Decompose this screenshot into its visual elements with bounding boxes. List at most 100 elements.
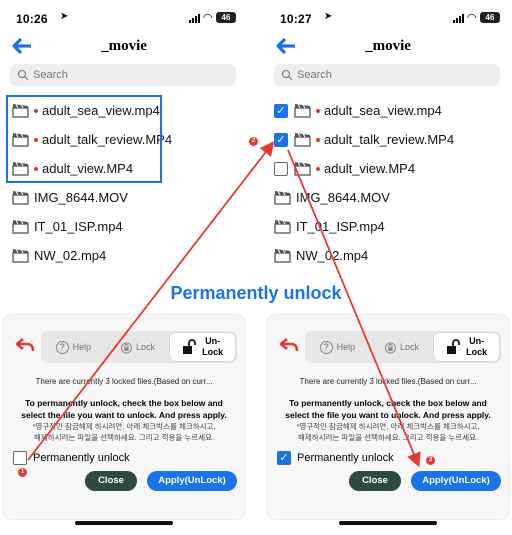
search-input[interactable] xyxy=(297,69,477,81)
film-icon xyxy=(12,248,29,263)
status-time: 10:27 xyxy=(280,12,312,26)
wifi-icon: ◠ xyxy=(203,11,212,24)
file-name: IMG_8644.MOV xyxy=(34,190,128,205)
unlock-label: Un- Lock xyxy=(202,336,223,358)
film-icon xyxy=(274,248,291,263)
instruction-line-2: select the file you want to unlock. And … xyxy=(285,410,491,420)
permanent-unlock-row[interactable]: ✓ Permanently unlock xyxy=(277,451,394,465)
close-button[interactable]: Close xyxy=(85,471,137,491)
search-icon xyxy=(17,69,29,81)
locked-count-text: There are currently 3 locked files.(Base… xyxy=(299,377,477,386)
step-badge-1: 1 xyxy=(18,468,27,477)
file-row[interactable]: IT_01_ISP.mp4 xyxy=(12,212,248,241)
undo-icon[interactable] xyxy=(279,337,299,353)
korean-instruction-text: *영구적인 잠금해제 하시려면, 아래 체크박스를 체크하시고, 해제하시려는 … xyxy=(9,421,239,443)
help-icon: ? xyxy=(55,340,69,354)
mode-segmented-control: ? Help Lock Un- Lock xyxy=(305,331,501,363)
battery-icon: 46 xyxy=(216,12,236,23)
instruction-line-2: select the file you want to unlock. And … xyxy=(21,410,227,420)
file-name: adult_talk_review.MP4 xyxy=(324,132,455,147)
instruction-line-1: To permanently unlock, check the box bel… xyxy=(25,398,223,408)
file-name: IMG_8644.MOV xyxy=(296,190,390,205)
file-name: adult_view.MP4 xyxy=(324,161,416,176)
file-row[interactable]: adult_view.MP4 xyxy=(274,154,512,183)
unlock-option[interactable]: Un- Lock xyxy=(434,333,500,361)
locked-dot xyxy=(316,108,320,113)
file-name: IT_01_ISP.mp4 xyxy=(34,219,123,234)
unlock-label-top: Un- xyxy=(205,336,221,346)
file-row[interactable]: IMG_8644.MOV xyxy=(12,183,248,212)
file-row[interactable]: IT_01_ISP.mp4 xyxy=(274,212,512,241)
search-input[interactable] xyxy=(33,69,213,81)
file-name: adult_sea_view.mp4 xyxy=(324,103,442,118)
help-label: Help xyxy=(336,342,356,352)
status-icons: ◠ 46 xyxy=(452,12,500,23)
lock-option[interactable]: Lock xyxy=(106,341,171,354)
file-row[interactable]: NW_02.mp4 xyxy=(12,241,248,270)
film-icon xyxy=(274,219,291,234)
apply-unlock-button[interactable]: Apply(UnLock) xyxy=(147,471,237,491)
status-time: 10:26 xyxy=(16,12,48,26)
file-name: IT_01_ISP.mp4 xyxy=(296,219,385,234)
instruction-text: To permanently unlock, check the box bel… xyxy=(9,397,239,421)
unlock-label-bottom: Lock xyxy=(466,347,488,357)
file-row[interactable]: NW_02.mp4 xyxy=(274,241,512,270)
permanent-unlock-row[interactable]: Permanently unlock xyxy=(13,451,130,465)
lock-label: Lock xyxy=(400,342,420,352)
search-icon xyxy=(281,69,293,81)
signal-icon xyxy=(188,13,200,23)
unlock-label-bottom: Lock xyxy=(202,347,224,357)
location-icon: ➤ xyxy=(324,11,333,22)
korean-line-1: *영구적인 잠금해제 하시려면, 아래 체크박스를 체크하시고, xyxy=(296,422,480,431)
permanent-unlock-checkbox[interactable] xyxy=(13,451,27,465)
status-bar: 10:27 ➤ ◠ 46 xyxy=(280,10,500,26)
file-checkbox[interactable]: ✓ xyxy=(274,103,288,118)
tutorial-caption: Permanently unlock xyxy=(170,283,342,303)
file-row[interactable]: ✓ adult_talk_review.MP4 xyxy=(274,125,512,154)
korean-instruction-text: *영구적인 잠금해제 하시려면, 아래 체크박스를 체크하시고, 해제하시려는 … xyxy=(273,421,503,443)
help-option[interactable]: ? Help xyxy=(41,340,106,354)
locked-dot xyxy=(316,137,320,142)
unlock-sheet: ? Help Lock Un- Lock There are currently … xyxy=(2,314,246,520)
close-button[interactable]: Close xyxy=(349,471,401,491)
unlock-label-top: Un- xyxy=(469,336,485,346)
apply-unlock-button[interactable]: Apply(UnLock) xyxy=(411,471,501,491)
mode-segmented-control: ? Help Lock Un- Lock xyxy=(41,331,237,363)
lock-icon xyxy=(385,342,396,353)
search-bar[interactable] xyxy=(10,64,236,86)
battery-icon: 46 xyxy=(480,12,500,23)
location-icon: ➤ xyxy=(60,11,69,22)
permanent-unlock-checkbox[interactable]: ✓ xyxy=(277,451,291,465)
help-option[interactable]: ? Help xyxy=(305,340,370,354)
folder-title: _movie xyxy=(101,38,147,54)
file-name: NW_02.mp4 xyxy=(296,248,369,263)
unlock-option[interactable]: Un- Lock xyxy=(170,333,236,361)
instruction-text: To permanently unlock, check the box bel… xyxy=(273,397,503,421)
lock-label: Lock xyxy=(136,342,156,352)
unlock-sheet: ? Help Lock Un- Lock There are currently … xyxy=(266,314,510,520)
file-checkbox[interactable]: ✓ xyxy=(274,132,288,147)
unlock-icon xyxy=(183,339,197,354)
home-indicator xyxy=(339,521,437,525)
locked-count-text: There are currently 3 locked files.(Base… xyxy=(35,377,213,386)
file-checkbox[interactable] xyxy=(274,161,288,176)
file-row[interactable]: IMG_8644.MOV xyxy=(274,183,512,212)
file-row[interactable]: ✓ adult_sea_view.mp4 xyxy=(274,96,512,125)
step-badge-3: 3 xyxy=(426,456,435,465)
help-label: Help xyxy=(72,342,92,352)
folder-title: _movie xyxy=(365,38,411,54)
film-icon xyxy=(274,190,291,205)
undo-icon[interactable] xyxy=(15,337,35,353)
film-icon xyxy=(294,103,311,118)
status-icons: ◠ 46 xyxy=(188,11,236,24)
file-name: NW_02.mp4 xyxy=(34,248,107,263)
korean-line-1: *영구적인 잠금해제 하시려면, 아래 체크박스를 체크하시고, xyxy=(32,422,216,431)
left-screenshot-panel: 10:26 ➤ ◠ 46 _movie adult_sea_view.mp4 a… xyxy=(0,0,248,535)
lock-option[interactable]: Lock xyxy=(370,341,435,354)
status-bar: 10:26 ➤ ◠ 46 xyxy=(16,10,236,26)
lock-icon xyxy=(121,342,132,353)
film-icon xyxy=(12,190,29,205)
locked-files-highlight xyxy=(6,95,162,183)
permanent-unlock-label: Permanently unlock xyxy=(297,452,394,464)
search-bar[interactable] xyxy=(274,64,500,86)
